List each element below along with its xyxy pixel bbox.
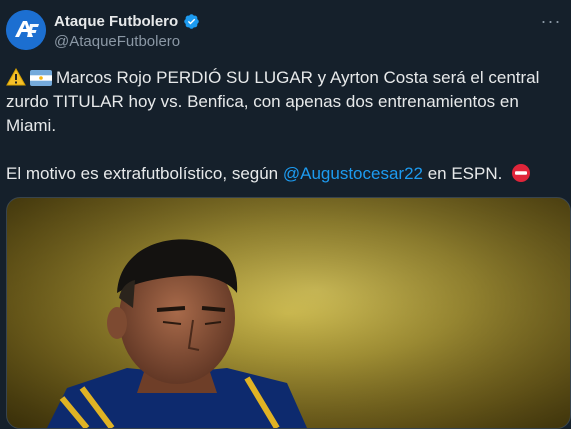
more-options-button[interactable]: ···	[536, 8, 566, 34]
tweet: Ataque Futbolero @AtaqueFutbolero ··· Ma…	[0, 0, 571, 429]
author-name[interactable]: Ataque Futbolero	[54, 13, 178, 30]
avatar-logo	[6, 10, 46, 50]
tweet-line-3: Miami.	[6, 116, 57, 135]
verified-badge-icon[interactable]	[183, 13, 200, 30]
tweet-line-4-end: en ESPN.	[422, 164, 503, 183]
author-handle[interactable]: @AtaqueFutbolero	[54, 33, 200, 50]
player-photo	[7, 198, 570, 428]
no-entry-icon	[512, 164, 531, 182]
avatar[interactable]	[6, 10, 46, 50]
author-block: Ataque Futbolero @AtaqueFutbolero	[54, 11, 200, 50]
tweet-text: Marcos Rojo PERDIÓ SU LUGAR y Ayrton Cos…	[6, 66, 561, 186]
tweet-line-1: Marcos Rojo PERDIÓ SU LUGAR y Ayrton Cos…	[56, 68, 540, 87]
warning-icon	[6, 68, 26, 86]
argentina-flag-icon	[30, 70, 52, 86]
tweet-line-4-start: El motivo es extrafutbolístico, según	[6, 164, 283, 183]
tweet-media-photo[interactable]	[6, 197, 571, 429]
more-horizontal-icon: ···	[540, 10, 562, 31]
tweet-line-2: zurdo TITULAR hoy vs. Benfica, con apena…	[6, 92, 519, 111]
mention-link[interactable]: @Augustocesar22	[283, 164, 423, 183]
